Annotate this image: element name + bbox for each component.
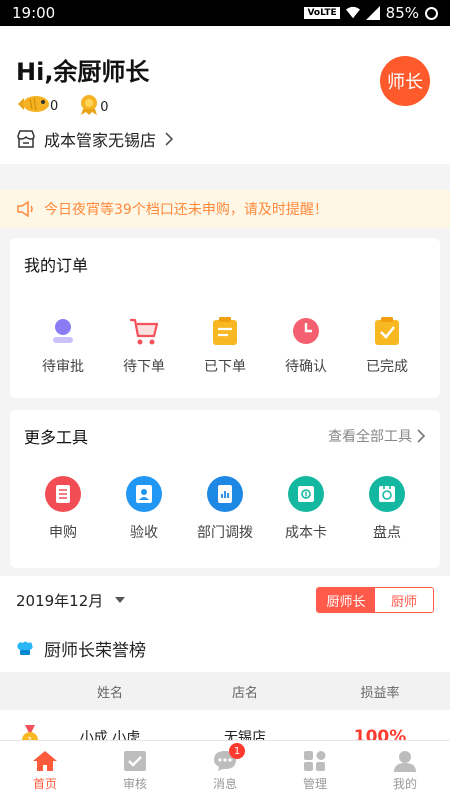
cart-icon: [130, 318, 159, 345]
order-label: 待确认: [285, 359, 327, 375]
tool-transfer[interactable]: 部门调拨: [192, 476, 258, 542]
tab-mine[interactable]: 我的: [360, 741, 450, 800]
tool-cost-card[interactable]: 成本卡: [273, 476, 339, 542]
tab-label: 审核: [122, 776, 147, 791]
tool-label: 成本卡: [285, 525, 327, 541]
col-store: 店名: [231, 685, 258, 701]
inventory-icon: [369, 476, 405, 512]
status-bar: 19:00 VoLTE 85%: [0, 0, 450, 26]
store-icon: [17, 130, 35, 148]
orders-title: 我的订单: [24, 256, 89, 275]
more-tools-card: 更多工具 查看全部工具 申购 验收 部门调拨 成本卡 盘点: [10, 410, 440, 568]
badge-icon: [126, 476, 162, 512]
month-selector[interactable]: 2019年12月: [16, 590, 126, 611]
month-label: 2019年12月: [16, 591, 104, 610]
my-orders-card: 我的订单 待审批 待下单 已下单 待确认 已完成: [10, 238, 440, 398]
grid-icon: [304, 750, 326, 771]
tool-label: 验收: [130, 525, 158, 541]
order-placed[interactable]: 已下单: [192, 316, 258, 376]
role-toggle: 厨师长 厨师: [316, 587, 434, 613]
signal-icon: [365, 6, 380, 20]
tab-label: 首页: [32, 776, 57, 791]
avatar[interactable]: 师长: [380, 56, 430, 106]
medal-icon: [81, 95, 98, 115]
store-selector[interactable]: 成本管家无锡店: [16, 127, 434, 151]
order-pending-place[interactable]: 待下单: [111, 316, 177, 376]
filter-bar: 2019年12月 厨师长 厨师: [0, 576, 450, 624]
view-all-label: 查看全部工具: [328, 429, 412, 445]
check-icon: [375, 317, 399, 345]
chef-hat-icon: [17, 641, 33, 655]
card-icon: [288, 476, 324, 512]
checkbox-icon: [124, 750, 146, 771]
transfer-icon: [207, 476, 243, 512]
user-icon: [394, 750, 416, 772]
order-label: 已下单: [204, 359, 246, 375]
notice-text: 今日夜宵等39个档口还未申购，请及时提醒！: [44, 202, 328, 218]
bottom-tab-bar: 首页 审核 1 消息 管理 我的: [0, 740, 450, 800]
tab-messages[interactable]: 1 消息: [180, 741, 270, 800]
tool-label: 部门调拨: [197, 525, 253, 541]
person-icon: [53, 319, 73, 343]
honor-table-header: 姓名 店名 损益率: [0, 672, 450, 710]
col-rate: 损益率: [360, 685, 400, 701]
tab-label: 我的: [392, 776, 417, 791]
tool-acceptance[interactable]: 验收: [111, 476, 177, 542]
speaker-icon: [17, 200, 33, 218]
order-pending-approval[interactable]: 待审批: [30, 316, 96, 376]
battery-text: 85%: [385, 4, 419, 22]
col-name: 姓名: [96, 685, 123, 701]
greeting: Hi,余厨师长: [16, 58, 150, 86]
order-label: 待下单: [123, 359, 165, 375]
fish-stat[interactable]: 0: [16, 94, 58, 114]
wifi-icon: [345, 6, 360, 19]
honor-section-title: 厨师长荣誉榜: [0, 624, 450, 672]
battery-icon: [425, 6, 438, 20]
caret-down-icon: [115, 597, 126, 603]
fish-count: 0: [50, 99, 59, 114]
clipboard-icon: [213, 317, 237, 345]
tool-purchase-request[interactable]: 申购: [30, 476, 96, 542]
chevron-right-icon: [165, 132, 174, 146]
volte-badge: VoLTE: [304, 7, 340, 19]
tool-label: 申购: [49, 525, 77, 541]
status-time: 19:00: [12, 4, 56, 22]
tab-home[interactable]: 首页: [0, 741, 90, 800]
doc-icon: [45, 476, 81, 512]
segment-chef[interactable]: 厨师: [375, 588, 433, 612]
tab-review[interactable]: 审核: [90, 741, 180, 800]
segment-chef-head[interactable]: 厨师长: [317, 588, 375, 612]
order-pending-confirm[interactable]: 待确认: [273, 316, 339, 376]
chevron-right-icon: [417, 429, 426, 443]
order-label: 待审批: [42, 359, 84, 375]
tab-label: 管理: [302, 776, 327, 791]
clock-icon: [293, 318, 319, 344]
fish-icon: [18, 96, 49, 112]
store-name: 成本管家无锡店: [44, 131, 157, 150]
notice-banner[interactable]: 今日夜宵等39个档口还未申购，请及时提醒！: [0, 190, 450, 228]
profile-header: Hi,余厨师长 0 0 成本管家无锡店 师长: [0, 26, 450, 164]
order-label: 已完成: [366, 359, 408, 375]
medal-stat[interactable]: 0: [78, 93, 109, 115]
tool-label: 盘点: [373, 525, 401, 541]
honor-title: 厨师长荣誉榜: [44, 640, 146, 661]
tool-inventory[interactable]: 盘点: [354, 476, 420, 542]
tab-manage[interactable]: 管理: [270, 741, 360, 800]
home-icon: [33, 750, 57, 771]
message-badge: 1: [229, 743, 245, 759]
tab-label: 消息: [212, 776, 237, 791]
view-all-tools-link[interactable]: 查看全部工具: [328, 426, 426, 446]
tools-title: 更多工具: [24, 428, 89, 447]
order-completed[interactable]: 已完成: [354, 316, 420, 376]
medal-count: 0: [100, 100, 109, 115]
